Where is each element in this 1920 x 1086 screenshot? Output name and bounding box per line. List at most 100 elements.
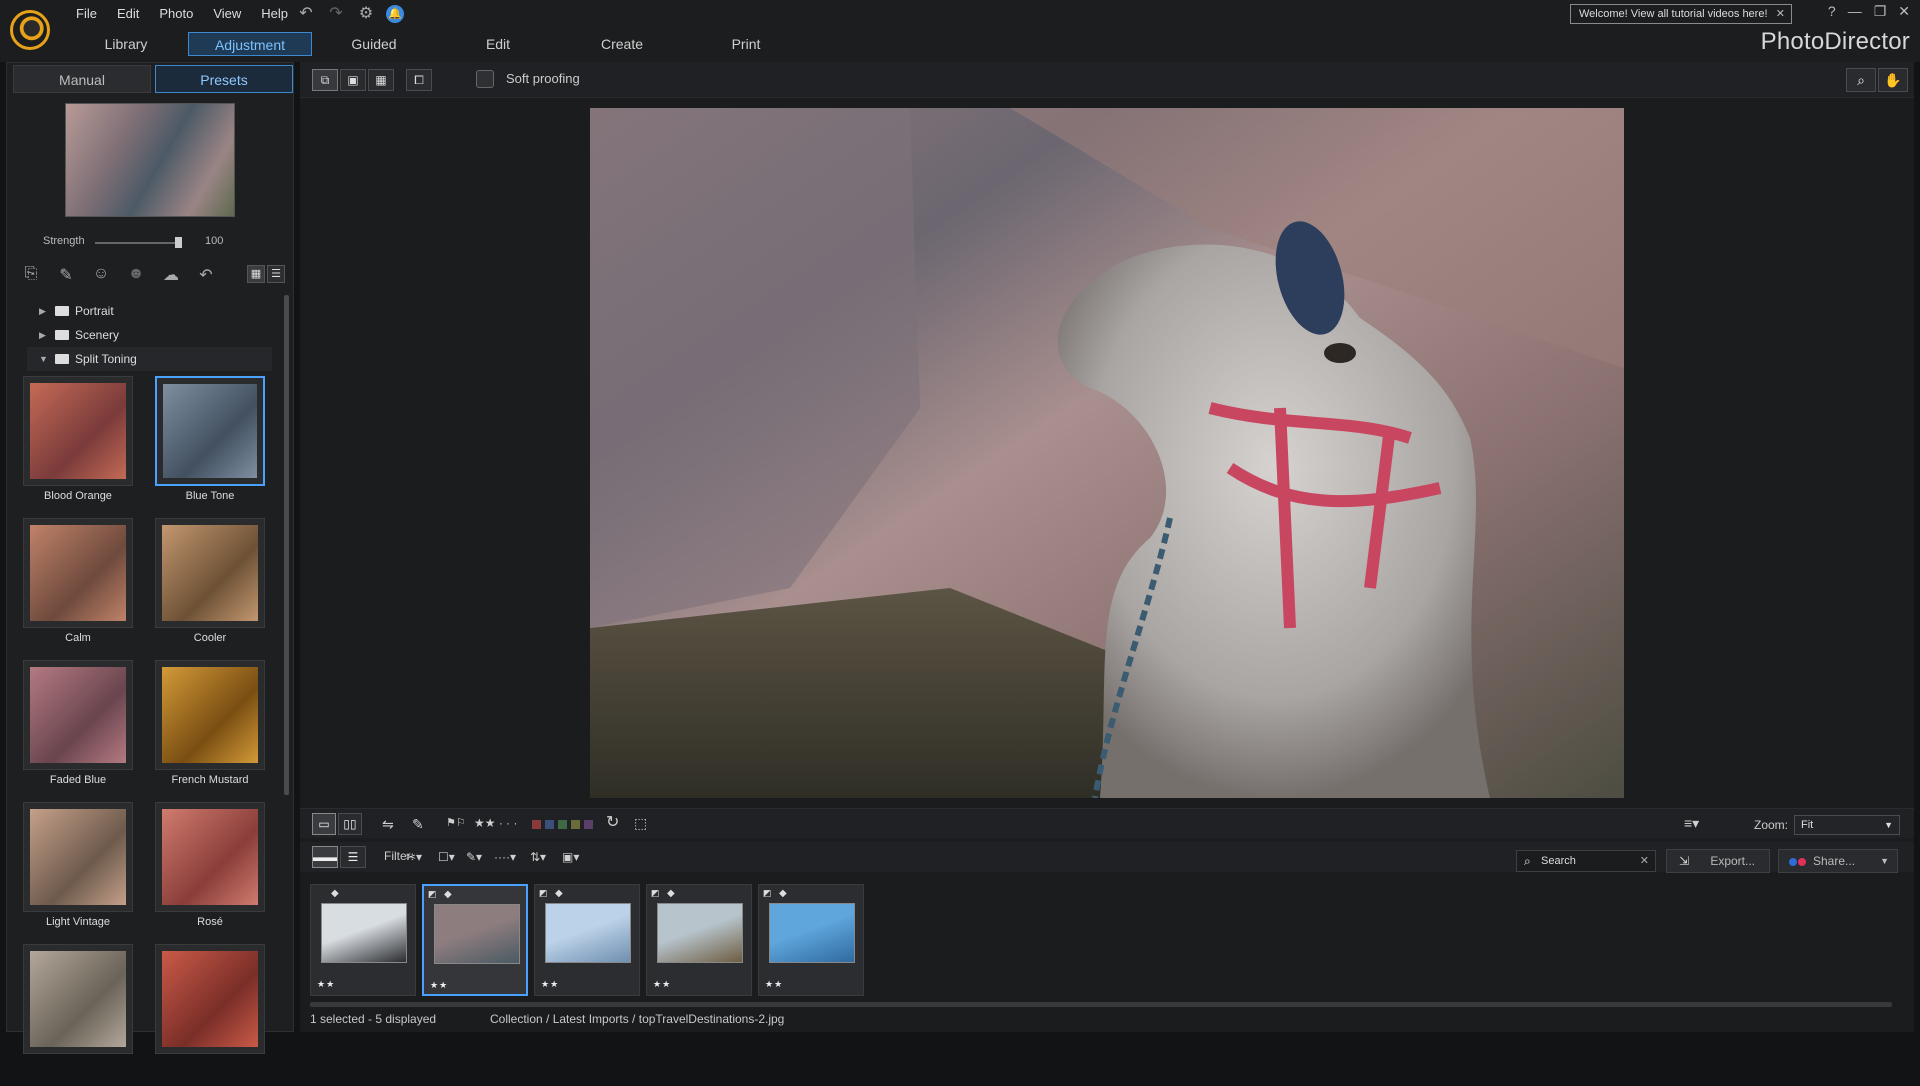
filmstrip-item[interactable]: ◩ ◆ ★★: [534, 884, 640, 996]
restore-icon[interactable]: ❐: [1874, 3, 1887, 20]
export-button[interactable]: ⇲ Export...: [1666, 849, 1770, 873]
rotate-icon[interactable]: ↻: [606, 813, 619, 833]
reset-icon[interactable]: ↶: [196, 265, 216, 285]
list-view-icon[interactable]: ☰: [267, 265, 285, 283]
menu-file[interactable]: File: [66, 6, 107, 22]
zoom-dropdown[interactable]: Fit ▼: [1794, 815, 1900, 835]
download-preset-icon[interactable]: ☻: [126, 265, 146, 285]
close-window-icon[interactable]: ✕: [1898, 3, 1910, 20]
flag-icon[interactable]: ⚑⚐: [446, 813, 466, 833]
color-label-yellow[interactable]: [571, 820, 580, 829]
welcome-banner[interactable]: Welcome! View all tutorial videos here! …: [1570, 4, 1792, 24]
filmstrip-item[interactable]: ◩ ◆ ★★: [422, 884, 528, 996]
share-button[interactable]: Share... ▼: [1778, 849, 1898, 873]
second-display-icon[interactable]: ⧠: [406, 69, 432, 91]
crop-view-icon[interactable]: ⬚: [634, 813, 647, 833]
presets-scrollbar[interactable]: [284, 295, 289, 795]
rating-stars[interactable]: ★★: [541, 979, 559, 990]
preset-thumbnail[interactable]: [23, 518, 133, 628]
menu-edit[interactable]: Edit: [107, 6, 149, 22]
tab-create[interactable]: Create: [560, 32, 684, 56]
color-label-blue[interactable]: [545, 820, 554, 829]
preset-thumbnail[interactable]: [155, 944, 265, 1054]
strength-slider-knob[interactable]: [175, 237, 182, 248]
preset-item[interactable]: Rosé: [155, 802, 265, 944]
rotate-flip-icon[interactable]: ⇋: [382, 814, 394, 834]
main-photo-camel[interactable]: [590, 108, 1624, 798]
grid-view-icon[interactable]: ▦: [368, 69, 394, 91]
preset-thumbnail[interactable]: [23, 802, 133, 912]
tab-manual[interactable]: Manual: [13, 65, 151, 93]
stack-icon[interactable]: ▣▾: [562, 847, 579, 867]
save-preset-icon[interactable]: ✎: [56, 265, 76, 285]
menu-view[interactable]: View: [203, 6, 251, 22]
sort-options-icon[interactable]: ≡▾: [1684, 813, 1699, 833]
preset-item[interactable]: Blue Tone: [155, 376, 265, 518]
sort-icon[interactable]: ⇅▾: [530, 847, 546, 867]
preset-thumbnail[interactable]: [23, 944, 133, 1054]
redo-icon[interactable]: ↷: [326, 5, 346, 23]
import-preset-icon[interactable]: ⎘: [21, 265, 41, 285]
preset-item[interactable]: Faded Blue: [23, 660, 133, 802]
preset-item[interactable]: Cooler: [155, 518, 265, 660]
preset-item[interactable]: Calm: [23, 518, 133, 660]
preset-thumbnail[interactable]: [23, 660, 133, 770]
preset-thumbnail[interactable]: [155, 518, 265, 628]
color-label-red[interactable]: [532, 820, 541, 829]
search-input[interactable]: ⌕ Search ✕: [1516, 850, 1656, 872]
menu-help[interactable]: Help: [251, 6, 298, 22]
tab-adjustment[interactable]: Adjustment: [188, 32, 312, 56]
collapse-arrow-icon[interactable]: ▼: [39, 347, 49, 371]
tree-item-scenery[interactable]: ▶ Scenery: [27, 323, 272, 347]
tab-guided[interactable]: Guided: [312, 32, 436, 56]
strength-slider[interactable]: [95, 237, 182, 248]
filter-rating-icon[interactable]: ····▾: [494, 847, 516, 867]
filter-edit-icon[interactable]: ✎▾: [466, 847, 482, 867]
edit-brush-icon[interactable]: ✎: [412, 814, 424, 834]
filmstrip-item[interactable]: ◩ ◆ ★★: [758, 884, 864, 996]
thumbnail-view-icon[interactable]: ▬▬: [312, 846, 338, 868]
clear-search-icon[interactable]: ✕: [1640, 851, 1649, 871]
color-label-green[interactable]: [558, 820, 567, 829]
color-label-purple[interactable]: [584, 820, 593, 829]
rating-stars[interactable]: ★★: [430, 980, 448, 991]
hand-pan-icon[interactable]: ✋: [1878, 68, 1908, 92]
filmstrip-scrollbar[interactable]: [310, 1002, 1892, 1007]
expand-arrow-icon[interactable]: ▶: [39, 323, 49, 347]
rating-stars-icon[interactable]: ★★ · · ·: [474, 813, 518, 833]
filmstrip-item[interactable]: ◆ ★★: [310, 884, 416, 996]
filter-flag-icon[interactable]: ☐▾: [438, 847, 455, 867]
undo-icon[interactable]: ↶: [296, 5, 316, 23]
preset-item[interactable]: Blood Orange: [23, 376, 133, 518]
settings-gear-icon[interactable]: ⚙: [356, 5, 376, 23]
share-preset-icon[interactable]: ☺: [91, 265, 111, 285]
compare-view-icon[interactable]: ▣: [340, 69, 366, 91]
zoom-magnifier-icon[interactable]: ⌕: [1846, 68, 1876, 92]
tab-edit[interactable]: Edit: [436, 32, 560, 56]
preset-item[interactable]: [155, 944, 265, 1086]
rating-stars[interactable]: ★★: [653, 979, 671, 990]
preset-thumbnail[interactable]: [155, 802, 265, 912]
preset-item[interactable]: [23, 944, 133, 1086]
tab-presets[interactable]: Presets: [155, 65, 293, 93]
cloud-icon[interactable]: ☁: [161, 265, 181, 285]
tab-library[interactable]: Library: [64, 32, 188, 56]
dual-view-icon[interactable]: ▯▯: [338, 813, 362, 835]
preset-item[interactable]: French Mustard: [155, 660, 265, 802]
filmstrip-toggle-icon[interactable]: ▭: [312, 813, 336, 835]
help-icon[interactable]: ?: [1828, 3, 1836, 20]
soft-proofing-checkbox[interactable]: [476, 70, 494, 88]
chevron-down-icon[interactable]: ▼: [1880, 850, 1889, 872]
preset-thumbnail[interactable]: [155, 376, 265, 486]
minimize-icon[interactable]: —: [1848, 3, 1862, 20]
notification-bell-icon[interactable]: 🔔: [386, 5, 404, 23]
tree-item-portrait[interactable]: ▶ Portrait: [27, 299, 272, 323]
details-view-icon[interactable]: ☰: [340, 846, 366, 868]
rating-stars[interactable]: ★★: [317, 979, 335, 990]
close-icon[interactable]: ✕: [1776, 5, 1785, 23]
tree-item-split-toning[interactable]: ▼ Split Toning: [27, 347, 272, 371]
tab-print[interactable]: Print: [684, 32, 808, 56]
expand-arrow-icon[interactable]: ▶: [39, 299, 49, 323]
filmstrip-item[interactable]: ◩ ◆ ★★: [646, 884, 752, 996]
menu-photo[interactable]: Photo: [149, 6, 203, 22]
